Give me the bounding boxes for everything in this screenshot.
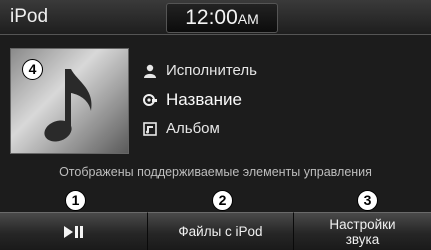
bottom-button-bar: Файлы с iPod Настройки звука: [0, 212, 431, 250]
callout-1: 1: [65, 190, 86, 211]
app-title: iPod: [10, 6, 49, 27]
clock-ampm: AM: [237, 11, 259, 27]
play-pause-icon: [63, 225, 83, 238]
artist-name: Исполнитель: [166, 62, 257, 79]
supported-controls-hint: Отображены поддерживаемые элементы управ…: [59, 165, 372, 179]
play-pause-button[interactable]: [0, 212, 148, 250]
album-icon: [143, 121, 157, 136]
ipod-screen: iPod 12:00AM 4 Исполнитель Название Альб…: [0, 0, 431, 250]
callout-3: 3: [357, 190, 378, 211]
album-name: Альбом: [166, 120, 220, 137]
sound-settings-label-line1: Настройки: [329, 216, 396, 232]
song-title: Название: [166, 90, 242, 109]
album-art: 4: [10, 48, 129, 154]
album-row: Альбом: [143, 120, 220, 137]
callout-4: 4: [22, 59, 43, 80]
sound-settings-button[interactable]: Настройки звука: [294, 212, 431, 250]
sound-settings-label: Настройки звука: [329, 217, 395, 247]
title-row: Название: [143, 90, 242, 110]
ipod-files-label: Файлы с iPod: [178, 224, 263, 239]
song-title-icon: [143, 94, 157, 106]
clock: 12:00AM: [166, 3, 278, 33]
artist-row: Исполнитель: [143, 62, 257, 79]
sound-settings-label-line2: звука: [345, 231, 380, 247]
artist-icon: [144, 64, 156, 78]
ipod-files-button[interactable]: Файлы с iPod: [148, 212, 294, 250]
status-bar: iPod 12:00AM: [0, 0, 431, 35]
clock-time: 12:00: [185, 6, 238, 29]
callout-2: 2: [212, 190, 233, 211]
